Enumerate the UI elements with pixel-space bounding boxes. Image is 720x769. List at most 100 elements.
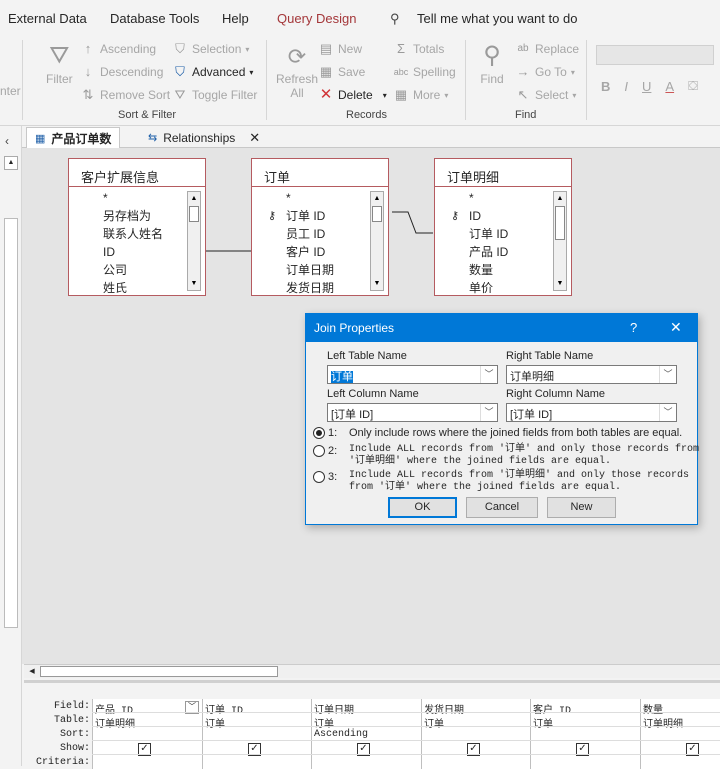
new-record-button[interactable]: ▤ New xyxy=(318,41,362,57)
spelling-button[interactable]: abc Spelling xyxy=(393,64,456,80)
field-item[interactable]: 员工 ID xyxy=(252,225,370,243)
scroll-up-button[interactable]: ▲ xyxy=(4,156,18,170)
toggle-filter-icon: ⛛ xyxy=(174,87,186,102)
grid-table-cell[interactable]: 订单 xyxy=(205,715,225,731)
grid-table-cell[interactable]: 订单明细 xyxy=(95,715,135,731)
new-join-button[interactable]: New xyxy=(547,497,616,518)
table-scrollbar[interactable]: ▲ ▼ xyxy=(370,191,384,291)
tab-query-design[interactable]: Query Design xyxy=(277,11,356,26)
field-item[interactable]: 产品 ID xyxy=(435,243,553,261)
grid-column[interactable]: 客户 ID 订单 ✓ xyxy=(530,699,640,769)
table-title[interactable]: 订单 xyxy=(252,159,388,187)
ascending-label: Ascending xyxy=(100,42,157,56)
italic-button[interactable]: I xyxy=(624,79,628,94)
goto-label: Go To xyxy=(535,65,567,79)
grid-column[interactable]: 订单日期 订单 Ascending ✓ xyxy=(311,699,421,769)
save-record-button[interactable]: ▦ Save xyxy=(318,64,366,80)
field-item[interactable]: 另存档为 xyxy=(69,207,187,225)
field-item[interactable]: ⚷ 订单 ID xyxy=(252,207,370,225)
field-item[interactable]: 订单 ID xyxy=(435,225,553,243)
left-column-select[interactable]: [订单 ID] ﹀ xyxy=(327,403,498,422)
filter-button[interactable]: ⛛ Filter xyxy=(46,42,73,86)
scroll-left-button[interactable]: ◀ xyxy=(26,666,38,678)
join-option-3-radio[interactable] xyxy=(313,471,325,483)
table-scrollbar[interactable]: ▲ ▼ xyxy=(187,191,201,291)
grid-column[interactable]: 订单 ID 订单 ✓ xyxy=(202,699,311,769)
cancel-button[interactable]: Cancel xyxy=(466,497,538,518)
join-option-2-radio[interactable] xyxy=(313,445,325,457)
grid-column[interactable]: 产品 ID ﹀ 订单明细 ✓ xyxy=(92,699,202,769)
nav-scroll-thumb[interactable] xyxy=(4,218,18,628)
delete-button[interactable]: ✕ Delete ▾ xyxy=(318,87,387,103)
chevron-down-icon[interactable]: ﹀ xyxy=(480,366,497,383)
table-title[interactable]: 订单明细 xyxy=(435,159,571,187)
toggle-filter-button[interactable]: ⛛ Toggle Filter xyxy=(172,87,258,103)
tab-relationships[interactable]: ⇆ Relationships ✕ xyxy=(140,127,268,148)
chevron-down-icon[interactable]: ﹀ xyxy=(659,404,676,421)
table-order-details[interactable]: 订单明细 * ⚷ ID 订单 ID 产品 ID 数量 单价 ▲ ▼ xyxy=(434,158,572,296)
field-item[interactable]: * xyxy=(69,189,187,207)
left-table-select[interactable]: 订单 ﹀ xyxy=(327,365,498,384)
join-option-1-radio[interactable] xyxy=(313,427,325,439)
font-color-icon[interactable]: A xyxy=(665,79,674,94)
chevron-left-icon[interactable]: ‹ xyxy=(5,134,9,148)
table-title[interactable]: 客户扩展信息 xyxy=(69,159,205,187)
tell-me-box[interactable]: Tell me what you want to do xyxy=(417,11,577,26)
field-item[interactable]: 订单日期 xyxy=(252,261,370,279)
tab-product-orders[interactable]: ▦ 产品订单数 xyxy=(26,127,121,148)
help-button[interactable]: ? xyxy=(630,320,637,335)
find-button[interactable]: ⚲ Find xyxy=(478,42,506,86)
bold-button[interactable]: B xyxy=(601,79,610,94)
refresh-all-button[interactable]: ⟳ Refresh All xyxy=(276,42,318,100)
dialog-close-button[interactable]: ✕ xyxy=(670,319,682,336)
field-item[interactable]: * xyxy=(435,189,553,207)
ascending-button[interactable]: ↑ Ascending xyxy=(80,41,156,57)
highlight-icon[interactable]: ⛋ xyxy=(688,78,698,94)
grid-table-cell[interactable]: 订单明细 xyxy=(643,715,683,731)
cursor-icon: ↖ xyxy=(517,87,529,102)
remove-sort-button[interactable]: ⇅ Remove Sort xyxy=(80,87,170,103)
canvas-horizontal-scrollbar[interactable]: ◀ xyxy=(24,664,720,678)
more-button[interactable]: ▦ More ▾ xyxy=(393,87,449,103)
grid-column[interactable]: 发货日期 订单 ✓ xyxy=(421,699,530,769)
font-name-box[interactable] xyxy=(596,45,714,65)
close-icon[interactable]: ✕ xyxy=(249,130,260,146)
grid-sort-cell[interactable]: Ascending xyxy=(314,729,368,740)
tab-help[interactable]: Help xyxy=(222,11,249,26)
advanced-button[interactable]: ⛉ Advanced ▾ xyxy=(172,64,253,80)
underline-button[interactable]: U xyxy=(642,79,651,94)
tab-database-tools[interactable]: Database Tools xyxy=(110,11,199,26)
replace-button[interactable]: ab Replace xyxy=(515,41,579,57)
table-scrollbar[interactable]: ▲ ▼ xyxy=(553,191,567,291)
select-button[interactable]: ↖ Select ▾ xyxy=(515,87,577,103)
table-customer-ext[interactable]: 客户扩展信息 * 另存档为 联系人姓名 ID 公司 姓氏 ▲ ▼ xyxy=(68,158,206,296)
scroll-thumb[interactable] xyxy=(40,666,278,677)
descending-button[interactable]: ↓ Descending xyxy=(80,64,164,80)
field-item[interactable]: 客户 ID xyxy=(252,243,370,261)
table-orders[interactable]: 订单 * ⚷ 订单 ID 员工 ID 客户 ID 订单日期 发货日期 ▲ ▼ xyxy=(251,158,389,296)
totals-button[interactable]: Σ Totals xyxy=(393,41,444,57)
field-item[interactable]: * xyxy=(252,189,370,207)
tab-external-data[interactable]: External Data xyxy=(8,11,87,26)
goto-button[interactable]: → Go To ▾ xyxy=(515,64,575,80)
dialog-titlebar[interactable]: Join Properties ? ✕ xyxy=(306,314,697,342)
field-item[interactable]: 公司 xyxy=(69,261,187,279)
join-option-2-line2: '订单明细' where the joined fields are equal… xyxy=(349,456,612,467)
field-item[interactable]: 数量 xyxy=(435,261,553,279)
ok-button[interactable]: OK xyxy=(388,497,457,518)
chevron-down-icon[interactable]: ﹀ xyxy=(480,404,497,421)
grid-table-cell[interactable]: 订单 xyxy=(533,715,553,731)
field-item[interactable]: 发货日期 xyxy=(252,279,370,297)
chevron-down-icon[interactable]: ﹀ xyxy=(659,366,676,383)
right-table-select[interactable]: 订单明细 ﹀ xyxy=(506,365,677,384)
navigation-pane-collapsed[interactable]: ‹ ▲ xyxy=(0,126,22,766)
right-column-select[interactable]: [订单 ID] ﹀ xyxy=(506,403,677,422)
field-item[interactable]: 姓氏 xyxy=(69,279,187,297)
grid-table-cell[interactable]: 订单 xyxy=(424,715,444,731)
field-item[interactable]: ID xyxy=(69,243,187,261)
selection-button[interactable]: ⛉ Selection ▾ xyxy=(172,41,249,57)
grid-column[interactable]: 数量 订单明细 ✓ xyxy=(640,699,720,769)
field-item[interactable]: 单价 xyxy=(435,279,553,297)
field-item[interactable]: ⚷ ID xyxy=(435,207,553,225)
field-item[interactable]: 联系人姓名 xyxy=(69,225,187,243)
